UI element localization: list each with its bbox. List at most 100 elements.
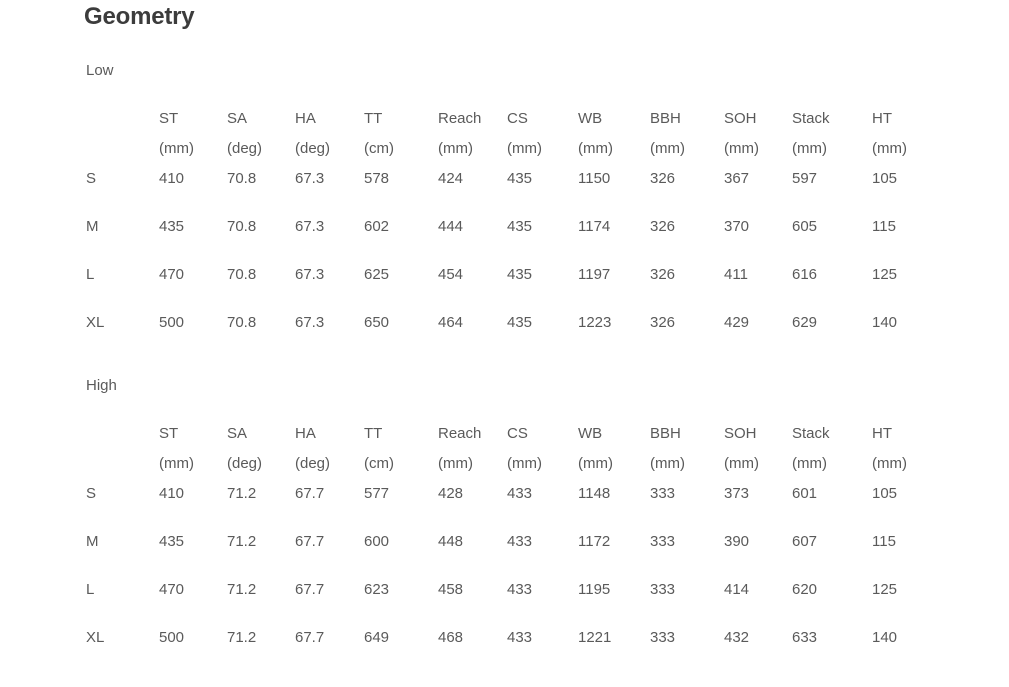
cell-stack: 607 bbox=[792, 533, 818, 550]
column-header-abbr: BBH bbox=[650, 425, 681, 442]
cell-ha: 67.3 bbox=[295, 218, 325, 235]
cell-bbh: 326 bbox=[650, 170, 676, 187]
cell-tt: 600 bbox=[364, 533, 390, 550]
column-header-unit: (mm) bbox=[792, 140, 827, 157]
column-header-abbr: CS bbox=[507, 110, 528, 127]
column-header-unit: (mm) bbox=[872, 140, 907, 157]
cell-ha: 67.3 bbox=[295, 266, 325, 283]
cell-soh: 373 bbox=[724, 485, 750, 502]
cell-reach: 454 bbox=[438, 266, 464, 283]
cell-bbh: 326 bbox=[650, 218, 676, 235]
cell-tt: 649 bbox=[364, 629, 390, 646]
column-header-ha: HA (deg) bbox=[295, 104, 364, 164]
column-header-abbr: WB bbox=[578, 110, 603, 127]
column-header-size bbox=[86, 104, 159, 164]
cell-st: 410 bbox=[159, 485, 185, 502]
column-header-tt: TT (cm) bbox=[364, 104, 438, 164]
column-header-abbr: Stack bbox=[792, 110, 830, 127]
cell-tt: 577 bbox=[364, 485, 390, 502]
cell-ha: 67.7 bbox=[295, 533, 325, 550]
column-header-unit: (mm) bbox=[578, 140, 613, 157]
cell-soh: 411 bbox=[724, 266, 748, 283]
column-header-size bbox=[86, 419, 159, 479]
cell-ht: 140 bbox=[872, 314, 898, 331]
table-row: L 470 70.8 67.3 625 454 435 1197 326 411 616 125 bbox=[86, 260, 907, 308]
cell-st: 470 bbox=[159, 266, 185, 283]
column-header-stack: Stack (mm) bbox=[792, 419, 872, 479]
cell-wb: 1221 bbox=[578, 629, 612, 646]
cell-sa: 71.2 bbox=[227, 485, 257, 502]
column-header-unit: (deg) bbox=[295, 140, 331, 157]
cell-reach: 444 bbox=[438, 218, 464, 235]
table-row: S 410 70.8 67.3 578 424 435 1150 326 367 597 105 bbox=[86, 164, 907, 212]
table-row: S 410 71.2 67.7 577 428 433 1148 333 373 601 105 bbox=[86, 479, 907, 527]
page-title: Geometry bbox=[84, 3, 195, 30]
cell-stack: 620 bbox=[792, 581, 818, 598]
column-header-cs: CS (mm) bbox=[507, 419, 578, 479]
cell-ht: 125 bbox=[872, 581, 898, 598]
cell-soh: 432 bbox=[724, 629, 750, 646]
column-header-abbr: SOH bbox=[724, 425, 757, 442]
cell-reach: 464 bbox=[438, 314, 464, 331]
cell-bbh: 333 bbox=[650, 581, 676, 598]
cell-stack: 601 bbox=[792, 485, 818, 502]
cell-wb: 1195 bbox=[578, 581, 611, 598]
column-header-unit: (deg) bbox=[227, 140, 263, 157]
row-size-label: XL bbox=[86, 629, 105, 646]
column-header-abbr: ST bbox=[159, 425, 179, 442]
column-header-abbr: HA bbox=[295, 110, 316, 127]
table-row: M 435 70.8 67.3 602 444 435 1174 326 370 605 115 bbox=[86, 212, 907, 260]
cell-st: 500 bbox=[159, 314, 185, 331]
cell-reach: 424 bbox=[438, 170, 464, 187]
geometry-table-low: Low ST (mm) SA (deg) HA (deg) TT (cm) Reach (mm) CS… bbox=[86, 56, 907, 356]
cell-reach: 458 bbox=[438, 581, 464, 598]
column-header-abbr: HT bbox=[872, 110, 892, 127]
column-header-wb: WB (mm) bbox=[578, 419, 650, 479]
column-header-abbr: Reach bbox=[438, 425, 482, 442]
column-header-unit: (mm) bbox=[650, 140, 685, 157]
column-header-abbr: HA bbox=[295, 425, 316, 442]
cell-sa: 70.8 bbox=[227, 170, 257, 187]
table-row: XL 500 71.2 67.7 649 468 433 1221 333 432 633 140 bbox=[86, 623, 907, 671]
row-size-label: L bbox=[86, 266, 95, 283]
column-header-unit: (cm) bbox=[364, 455, 394, 472]
column-header-sa: SA (deg) bbox=[227, 104, 295, 164]
section-label-high: High bbox=[86, 377, 117, 394]
cell-cs: 435 bbox=[507, 314, 533, 331]
cell-ha: 67.3 bbox=[295, 314, 325, 331]
column-header-unit: (deg) bbox=[295, 455, 331, 472]
column-header-abbr: TT bbox=[364, 425, 383, 442]
cell-soh: 414 bbox=[724, 581, 750, 598]
cell-ha: 67.3 bbox=[295, 170, 325, 187]
table-body-high: High ST (mm) SA (deg) HA (deg) TT (cm) Reach (mm) C… bbox=[86, 371, 907, 671]
column-header-ha: HA (deg) bbox=[295, 419, 364, 479]
geometry-page: Geometry Low ST (mm) SA (deg) HA (deg) TT (cm) Re… bbox=[0, 0, 1009, 687]
column-header-abbr: ST bbox=[159, 110, 179, 127]
column-header-abbr: BBH bbox=[650, 110, 681, 127]
cell-sa: 71.2 bbox=[227, 629, 257, 646]
column-header-unit: (mm) bbox=[650, 455, 685, 472]
cell-stack: 597 bbox=[792, 170, 818, 187]
cell-cs: 433 bbox=[507, 533, 533, 550]
column-header-reach: Reach (mm) bbox=[438, 104, 507, 164]
cell-wb: 1197 bbox=[578, 266, 611, 283]
row-size-label: M bbox=[86, 218, 99, 235]
column-header-unit: (mm) bbox=[438, 455, 473, 472]
cell-tt: 650 bbox=[364, 314, 390, 331]
column-header-unit: (mm) bbox=[159, 455, 194, 472]
cell-ht: 105 bbox=[872, 485, 898, 502]
column-header-abbr: Stack bbox=[792, 425, 830, 442]
cell-st: 470 bbox=[159, 581, 185, 598]
column-header-row: ST (mm) SA (deg) HA (deg) TT (cm) Reach (mm) CS (mm… bbox=[86, 419, 907, 479]
column-header-unit: (cm) bbox=[364, 140, 394, 157]
row-size-label: S bbox=[86, 170, 97, 187]
cell-stack: 629 bbox=[792, 314, 818, 331]
cell-wb: 1223 bbox=[578, 314, 612, 331]
column-header-bbh: BBH (mm) bbox=[650, 419, 724, 479]
cell-reach: 448 bbox=[438, 533, 464, 550]
column-header-unit: (deg) bbox=[227, 455, 263, 472]
section-label-row: High bbox=[86, 371, 907, 419]
cell-tt: 602 bbox=[364, 218, 390, 235]
column-header-soh: SOH (mm) bbox=[724, 104, 792, 164]
cell-ht: 140 bbox=[872, 629, 898, 646]
